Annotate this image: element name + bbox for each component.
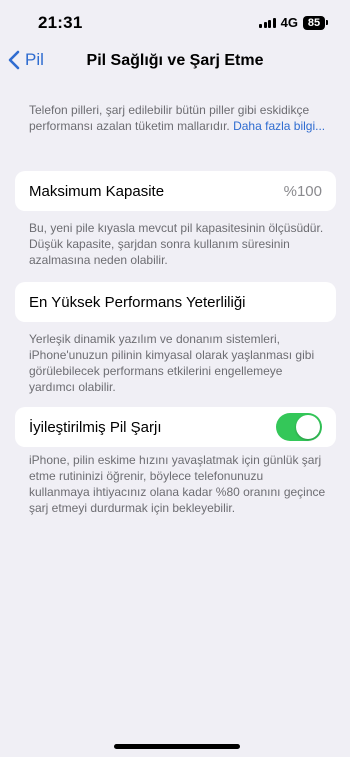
- navigation-bar: Pil Pil Sağlığı ve Şarj Etme: [0, 44, 350, 80]
- intro-description: Telefon pilleri, şarj edilebilir bütün p…: [29, 102, 326, 134]
- optimized-charging-label: İyileştirilmiş Pil Şarjı: [29, 418, 162, 436]
- max-capacity-value: %100: [283, 182, 322, 200]
- battery-level: 85: [303, 15, 325, 30]
- status-indicators: 4G 85: [259, 15, 328, 30]
- max-capacity-row: Maksimum Kapasite %100: [15, 171, 336, 211]
- peak-performance-footnote: Yerleşik dinamik yazılım ve donanım sist…: [29, 332, 315, 394]
- page-title: Pil Sağlığı ve Şarj Etme: [86, 52, 264, 69]
- max-capacity-label: Maksimum Kapasite: [29, 182, 165, 200]
- network-type: 4G: [280, 15, 298, 30]
- peak-performance-label: En Yüksek Performans Yeterliliği: [29, 293, 246, 311]
- optimized-charging-footnote: iPhone, pilin eskime hızını yavaşlatmak …: [29, 453, 326, 515]
- battery-nub: [326, 20, 328, 25]
- max-capacity-footnote: Bu, yeni pile kıyasla mevcut pil kapasit…: [29, 221, 324, 267]
- battery-icon: 85: [303, 15, 328, 30]
- optimized-charging-row: İyileştirilmiş Pil Şarjı: [15, 407, 336, 447]
- home-indicator[interactable]: [114, 744, 240, 749]
- learn-more-link[interactable]: Daha fazla bilgi...: [233, 119, 325, 133]
- peak-performance-row: En Yüksek Performans Yeterliliği: [15, 282, 336, 322]
- status-bar: 21:31 4G 85: [0, 0, 350, 44]
- cellular-signal-icon: [259, 17, 276, 28]
- toggle-knob: [296, 415, 320, 439]
- optimized-charging-toggle[interactable]: [276, 413, 322, 441]
- status-time: 21:31: [38, 13, 83, 32]
